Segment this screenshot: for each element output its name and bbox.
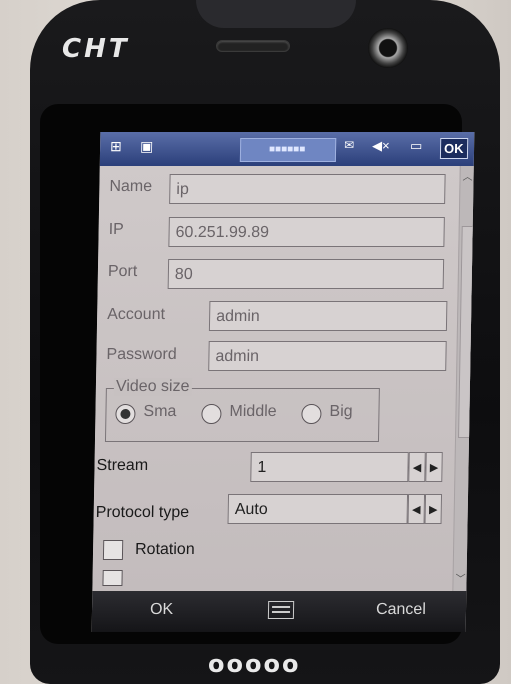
- stream-field[interactable]: 1: [250, 452, 409, 482]
- keyboard-icon[interactable]: [267, 601, 295, 619]
- port-label: Port: [107, 263, 138, 280]
- account-field[interactable]: admin: [208, 301, 448, 331]
- next-checkbox[interactable]: [102, 570, 123, 586]
- phone-logo: ooooo: [208, 650, 301, 678]
- name-field[interactable]: ip: [169, 174, 446, 204]
- softkey-cancel[interactable]: Cancel: [376, 601, 426, 619]
- camera-lens-icon: [368, 28, 408, 68]
- rotation-label: Rotation: [134, 541, 195, 558]
- start-menu-icon[interactable]: ⊞: [110, 138, 122, 155]
- title-bar: ⊞ ▣ ■■■■■■ ✉ ◀× ▭ OK: [99, 132, 475, 166]
- protocol-next-button[interactable]: ▶: [424, 494, 443, 524]
- app-icon[interactable]: ▣: [140, 138, 154, 155]
- radio-small-label: Sma: [143, 403, 177, 420]
- stream-label: Stream: [96, 457, 149, 474]
- radio-middle-label: Middle: [229, 403, 277, 420]
- radio-big-label: Big: [329, 403, 353, 420]
- device-brand: CHT: [62, 34, 130, 64]
- softkey-ok[interactable]: OK: [150, 601, 173, 619]
- password-label: Password: [106, 346, 177, 363]
- protocol-field[interactable]: Auto: [227, 494, 409, 524]
- ok-button[interactable]: OK: [439, 138, 468, 159]
- stream-prev-button[interactable]: ◀: [408, 452, 426, 482]
- port-field[interactable]: 80: [167, 259, 445, 289]
- scroll-up-icon[interactable]: ︿: [460, 168, 474, 184]
- device-screen: ⊞ ▣ ■■■■■■ ✉ ◀× ▭ OK Name ip IP 60.251.9…: [91, 132, 475, 632]
- settings-form: Name ip IP 60.251.99.89 Port 80 Account …: [92, 166, 460, 591]
- volume-muted-icon[interactable]: ◀×: [372, 138, 390, 154]
- protocol-label: Protocol type: [95, 504, 190, 521]
- protocol-prev-button[interactable]: ◀: [407, 494, 426, 524]
- password-field[interactable]: admin: [208, 341, 447, 371]
- battery-icon: ▭: [409, 138, 423, 153]
- name-label: Name: [109, 178, 153, 195]
- speaker-grille: [216, 40, 290, 52]
- rotation-checkbox[interactable]: [102, 540, 124, 560]
- app-tab-label: ■■■■■■: [268, 144, 306, 155]
- account-label: Account: [107, 306, 166, 323]
- video-size-title: Video size: [113, 378, 192, 396]
- ip-field[interactable]: 60.251.99.89: [168, 217, 445, 247]
- ip-label: IP: [108, 221, 124, 238]
- stream-next-button[interactable]: ▶: [425, 452, 443, 482]
- phone-top-notch: [196, 0, 356, 28]
- no-sim-icon: ✉: [344, 138, 355, 152]
- app-tab[interactable]: ■■■■■■: [239, 138, 337, 162]
- scroll-down-icon[interactable]: ﹀: [453, 570, 467, 586]
- softkey-bar: OK Cancel: [91, 591, 467, 632]
